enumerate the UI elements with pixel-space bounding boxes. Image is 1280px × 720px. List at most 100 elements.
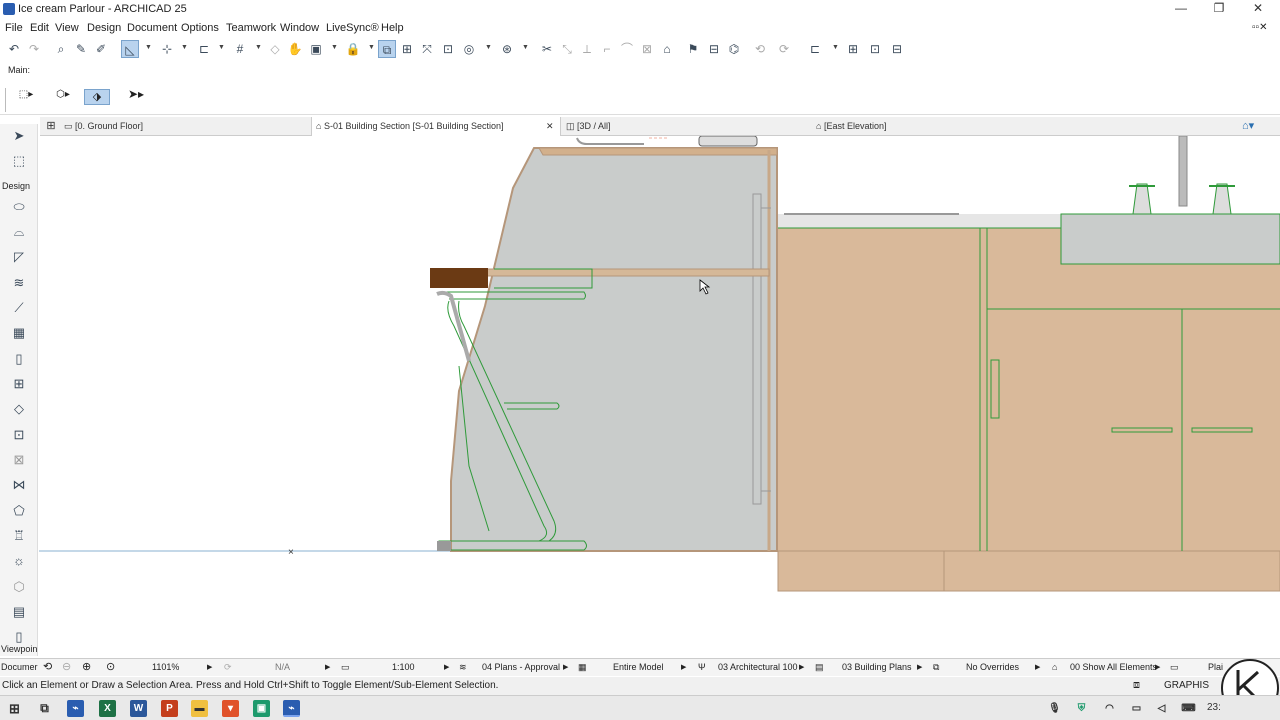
layout-book-icon[interactable]: ⧈ xyxy=(1133,679,1140,692)
tab-ground-floor[interactable]: ▭ [0. Ground Floor] xyxy=(64,117,311,136)
layers-icon[interactable]: ≋ xyxy=(459,662,467,673)
sync-icon[interactable]: ⟲ xyxy=(751,40,769,58)
volume-icon[interactable]: ◁ xyxy=(1153,700,1170,717)
renovation-icon[interactable]: ⌂ xyxy=(1052,662,1057,672)
reference-settings-icon[interactable]: ⊡ xyxy=(439,40,457,58)
close-window-button[interactable]: ✕ xyxy=(1243,1,1273,19)
chevron-right-icon[interactable]: ▶ xyxy=(799,663,804,671)
menu-view[interactable]: View xyxy=(55,22,79,34)
layer-icon[interactable]: ◇ xyxy=(266,40,284,58)
lock-icon[interactable]: 🔒 xyxy=(344,40,362,58)
battery-icon[interactable]: ▭ xyxy=(1128,700,1145,717)
zoom-value[interactable]: 1101% xyxy=(152,662,179,672)
chair-object-icon[interactable]: ♖ xyxy=(9,527,29,545)
lamp-tool-icon[interactable]: ☼ xyxy=(9,552,29,570)
chevron-down-icon[interactable]: ▼ xyxy=(181,44,188,51)
teamwork-icon[interactable]: ⟳ xyxy=(775,40,793,58)
chevron-right-icon[interactable]: ▶ xyxy=(563,663,568,671)
shield-icon[interactable]: ⛨ xyxy=(1073,700,1090,717)
curtain-wall-tool-icon[interactable]: ▦ xyxy=(9,324,29,342)
rotate-view-icon[interactable]: ⟲ xyxy=(43,660,52,673)
beam-tool-icon[interactable]: ◸ xyxy=(9,248,29,266)
task-view-icon[interactable]: ⧉ xyxy=(36,700,53,717)
snap-guides-icon[interactable]: ⊹ xyxy=(158,40,176,58)
menu-design[interactable]: Design xyxy=(87,22,121,34)
tab-building-section[interactable]: ⌂ S-01 Building Section [S-01 Building S… xyxy=(311,117,561,136)
angle-value[interactable]: N/A xyxy=(275,662,290,672)
brave-browser-icon[interactable]: ▾ xyxy=(222,700,239,717)
chevron-down-icon[interactable]: ▼ xyxy=(368,44,375,51)
explode-icon[interactable]: ⊠ xyxy=(638,40,656,58)
excel-icon[interactable]: X xyxy=(99,700,116,717)
trim-icon[interactable]: ⌐ xyxy=(598,40,616,58)
pen-set[interactable]: 03 Architectural 100 xyxy=(718,662,798,672)
fit-window-icon[interactable]: ⊙ xyxy=(106,660,115,673)
chevron-right-icon[interactable]: ▶ xyxy=(917,663,922,671)
marquee-tool-icon[interactable]: ⬚ xyxy=(9,152,29,170)
restore-doc-icon[interactable]: ▫▫✕ xyxy=(1252,22,1267,33)
grid-snap-icon[interactable]: # xyxy=(231,40,249,58)
chevron-down-icon[interactable]: ▼ xyxy=(145,44,152,51)
skylight-tool-icon[interactable]: ▤ xyxy=(9,603,29,621)
structure-icon[interactable]: ▦ xyxy=(578,662,587,673)
adjust-icon[interactable]: ⤡ xyxy=(558,40,576,58)
chevron-right-icon[interactable]: ▶ xyxy=(207,663,212,671)
dimension-icon[interactable]: ▭ xyxy=(1170,662,1179,673)
undo-icon[interactable]: ↶ xyxy=(5,40,23,58)
scale-value[interactable]: 1:100 xyxy=(392,662,415,672)
tab-overview-icon[interactable]: ⊞ xyxy=(42,117,60,136)
publish-icon[interactable]: ⌬ xyxy=(725,40,743,58)
find-select-icon[interactable]: ⌕ xyxy=(52,40,70,58)
intersect-icon[interactable]: ⟂ xyxy=(578,40,596,58)
inject-parameters-icon[interactable]: ✐ xyxy=(92,40,110,58)
view-switch-icon[interactable]: ⌂▾ xyxy=(1242,117,1276,136)
worksheet-icon[interactable]: ⊡ xyxy=(866,40,884,58)
redo-icon[interactable]: ↷ xyxy=(25,40,43,58)
morph-tool-icon[interactable]: ⬠ xyxy=(9,502,29,520)
model-view-option[interactable]: 03 Building Plans xyxy=(842,662,912,672)
roof-icon[interactable]: ⌂ xyxy=(658,40,676,58)
powerpoint-icon[interactable]: P xyxy=(161,700,178,717)
pen-set-icon[interactable]: Ψ xyxy=(698,662,706,672)
selection-method-icon[interactable]: ⬚▸ xyxy=(10,89,42,105)
windows-start-icon[interactable]: ⊞ xyxy=(6,700,23,717)
renovation-filter[interactable]: 00 Show All Elements xyxy=(1070,662,1157,672)
chevron-down-icon[interactable]: ▼ xyxy=(832,44,839,51)
roof-tool-icon[interactable]: ◇ xyxy=(9,400,29,418)
word-icon[interactable]: W xyxy=(130,700,147,717)
stair-tool-icon[interactable]: ⟋ xyxy=(9,299,29,317)
slab-tool-icon[interactable]: ≋ xyxy=(9,274,29,292)
chevron-down-icon[interactable]: ▼ xyxy=(331,44,338,51)
orientation-icon[interactable]: ⟳ xyxy=(224,662,232,673)
chevron-right-icon[interactable]: ▶ xyxy=(681,663,686,671)
marquee-icon[interactable]: ▣ xyxy=(307,40,325,58)
menu-help[interactable]: Help xyxy=(381,22,404,34)
fillet-icon[interactable]: ⌒ xyxy=(618,40,636,58)
object-tool-icon[interactable]: ⊡ xyxy=(9,426,29,444)
drawing-canvas[interactable]: × xyxy=(39,136,1280,656)
tab-east-elevation[interactable]: ⌂ [East Elevation] xyxy=(816,117,1056,136)
show-reference-icon[interactable]: ⊞ xyxy=(398,40,416,58)
shape-icon[interactable]: ⊛ xyxy=(498,40,516,58)
section-drawing[interactable]: × xyxy=(39,136,1280,656)
microphone-icon[interactable]: 🎙 xyxy=(1046,700,1063,717)
scale-icon[interactable]: ▭ xyxy=(341,662,350,673)
menu-edit[interactable]: Edit xyxy=(30,22,49,34)
minimize-button[interactable]: — xyxy=(1166,1,1196,19)
model-view-icon[interactable]: ▤ xyxy=(815,662,824,673)
guide-lines-icon[interactable]: ◺ xyxy=(121,40,139,58)
flag-icon[interactable]: ⚑ xyxy=(684,40,702,58)
gravity-icon[interactable]: ⊏ xyxy=(195,40,213,58)
menu-window[interactable]: Window xyxy=(280,22,319,34)
zoom-in-icon[interactable]: ⊕ xyxy=(82,660,91,673)
app-icon[interactable]: ▣ xyxy=(253,700,270,717)
layer-combination[interactable]: 04 Plans - Approval xyxy=(482,662,560,672)
mesh-tool-icon[interactable]: ⋈ xyxy=(9,476,29,494)
structure-display[interactable]: Entire Model xyxy=(613,662,664,672)
column-tool-icon[interactable]: ⌓ xyxy=(9,223,29,241)
zone-tool-icon[interactable]: ⊠ xyxy=(9,451,29,469)
zoom-out-icon[interactable]: ⊖ xyxy=(62,660,71,673)
trace-icon[interactable]: ⧉ xyxy=(378,40,396,58)
chevron-right-icon[interactable]: ▶ xyxy=(1155,663,1160,671)
wall-tool-icon[interactable]: ⬭ xyxy=(9,198,29,216)
